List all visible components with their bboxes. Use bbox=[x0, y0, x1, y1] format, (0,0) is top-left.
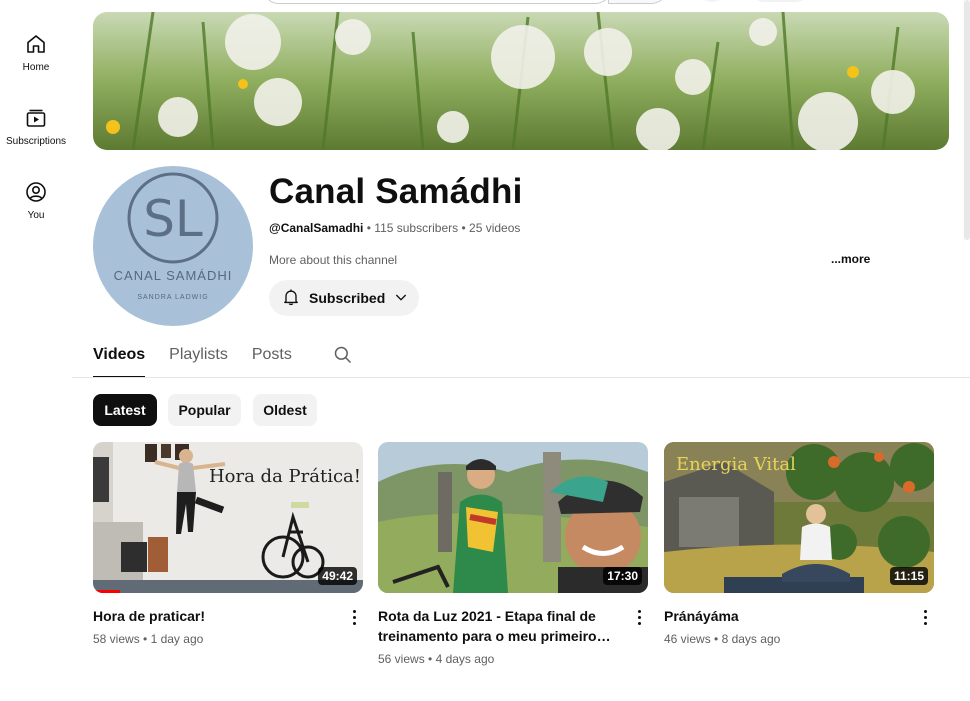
video-age: 4 days ago bbox=[435, 652, 495, 666]
nav-home[interactable]: Home bbox=[0, 32, 72, 73]
tab-posts[interactable]: Posts bbox=[252, 336, 292, 378]
nav-home-label: Home bbox=[22, 62, 50, 73]
video-count: 25 videos bbox=[469, 221, 521, 235]
video-meta: 46 views • 8 days ago bbox=[664, 632, 780, 646]
home-icon bbox=[0, 32, 72, 56]
channel-meta: @CanalSamadhi • 115 subscribers • 25 vid… bbox=[269, 221, 520, 235]
meta-separator: • bbox=[366, 221, 371, 235]
more-actions-icon[interactable] bbox=[345, 608, 365, 628]
channel-avatar[interactable]: SL CANAL SAMÁDHI SANDRA LADWIG bbox=[93, 166, 253, 326]
subscribed-label: Subscribed bbox=[309, 290, 386, 306]
meta-separator: • bbox=[143, 632, 148, 646]
video-meta: 56 views • 4 days ago bbox=[378, 652, 494, 666]
channel-title: Canal Samádhi bbox=[269, 172, 523, 211]
video-thumbnail[interactable]: Hora da Prática! 49:42 bbox=[93, 442, 363, 593]
chevron-down-icon bbox=[393, 289, 409, 308]
video-views: 46 views bbox=[664, 632, 711, 646]
chip-popular[interactable]: Popular bbox=[168, 394, 241, 426]
thumb-caption: Hora da Prática! bbox=[209, 466, 361, 487]
avatar-logo: SL bbox=[143, 190, 203, 248]
more-actions-icon[interactable] bbox=[630, 608, 650, 628]
video-card: Hora da Prática! 49:42 Hora de praticar!… bbox=[93, 442, 363, 646]
video-title[interactable]: Pránáyáma bbox=[664, 606, 904, 626]
avatar-name: CANAL SAMÁDHI bbox=[113, 268, 233, 283]
chip-latest[interactable]: Latest bbox=[93, 394, 157, 426]
video-views: 56 views bbox=[378, 652, 425, 666]
search-icon[interactable] bbox=[333, 345, 353, 370]
chip-oldest[interactable]: Oldest bbox=[253, 394, 317, 426]
video-card: Energia Vital 11:15 Pránáyáma 46 views •… bbox=[664, 442, 934, 646]
avatar-subtitle: SANDRA LADWIG bbox=[137, 294, 209, 301]
subscribed-button[interactable]: Subscribed bbox=[269, 280, 419, 316]
tab-videos[interactable]: Videos bbox=[93, 336, 146, 378]
video-age: 8 days ago bbox=[721, 632, 781, 646]
meta-separator: • bbox=[428, 652, 433, 666]
video-meta: 58 views • 1 day ago bbox=[93, 632, 203, 646]
nav-you[interactable]: You bbox=[0, 180, 72, 221]
guide-rail: Home Subscriptions You bbox=[0, 0, 72, 701]
nav-you-label: You bbox=[27, 210, 45, 221]
video-thumbnail[interactable]: Energia Vital 11:15 bbox=[664, 442, 934, 593]
video-views: 58 views bbox=[93, 632, 140, 646]
video-thumbnail[interactable]: 17:30 bbox=[378, 442, 648, 593]
tab-playlists[interactable]: Playlists bbox=[169, 336, 228, 378]
meta-separator: • bbox=[461, 221, 466, 235]
subscriptions-icon bbox=[0, 106, 72, 130]
channel-handle: @CanalSamadhi bbox=[269, 221, 364, 235]
video-title[interactable]: Hora de praticar! bbox=[93, 606, 333, 626]
scrollbar[interactable] bbox=[964, 0, 970, 240]
you-icon bbox=[0, 180, 72, 204]
create-button[interactable] bbox=[750, 0, 810, 2]
channel-description[interactable]: More about this channel bbox=[269, 253, 397, 267]
video-card: 17:30 Rota da Luz 2021 - Etapa final de … bbox=[378, 442, 648, 666]
more-actions-icon[interactable] bbox=[916, 608, 936, 628]
video-title[interactable]: Rota da Luz 2021 - Etapa final de treina… bbox=[378, 606, 618, 646]
nav-subscriptions[interactable]: Subscriptions bbox=[0, 106, 72, 147]
meta-separator: • bbox=[714, 632, 719, 646]
subscriber-count: 115 subscribers bbox=[374, 221, 459, 235]
channel-banner bbox=[93, 12, 949, 150]
watch-progress bbox=[93, 590, 120, 593]
video-duration: 11:15 bbox=[889, 567, 928, 585]
search-input[interactable] bbox=[262, 0, 612, 4]
bell-icon bbox=[281, 287, 301, 310]
video-age: 1 day ago bbox=[150, 632, 204, 646]
channel-tabs: Videos Playlists Posts bbox=[93, 336, 316, 378]
voice-search-button[interactable] bbox=[698, 0, 726, 2]
search-button[interactable] bbox=[608, 0, 668, 4]
nav-subscriptions-label: Subscriptions bbox=[5, 136, 67, 147]
video-duration: 17:30 bbox=[603, 567, 642, 585]
tabs-divider bbox=[72, 377, 970, 378]
video-duration: 49:42 bbox=[318, 567, 357, 585]
thumb-caption: Energia Vital bbox=[676, 454, 796, 475]
more-link[interactable]: ...more bbox=[831, 252, 870, 266]
